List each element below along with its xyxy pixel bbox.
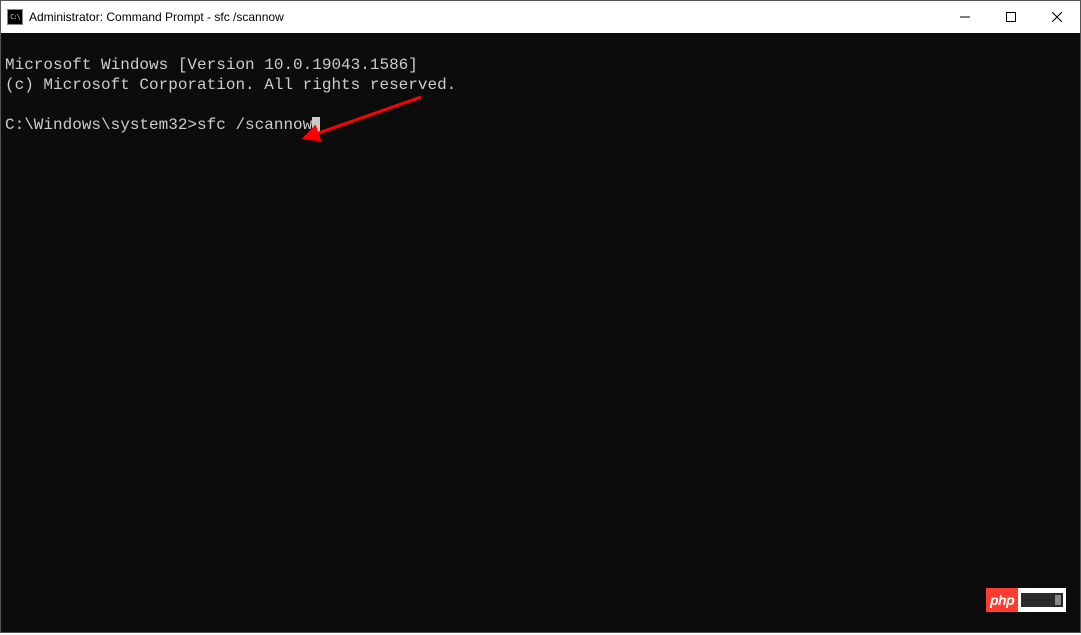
terminal-line: Microsoft Windows [Version 10.0.19043.15… xyxy=(5,56,418,74)
watermark-graphic xyxy=(1021,593,1063,607)
minimize-button[interactable] xyxy=(942,1,988,33)
title-left: C:\ Administrator: Command Prompt - sfc … xyxy=(7,9,284,25)
cursor xyxy=(312,117,320,133)
maximize-icon xyxy=(1006,12,1016,22)
watermark-text: php xyxy=(986,588,1018,612)
window-controls xyxy=(942,1,1080,33)
terminal-command: sfc /scannow xyxy=(197,116,312,134)
terminal-area[interactable]: Microsoft Windows [Version 10.0.19043.15… xyxy=(1,33,1080,632)
close-button[interactable] xyxy=(1034,1,1080,33)
terminal-prompt: C:\Windows\system32> xyxy=(5,116,197,134)
terminal-line: (c) Microsoft Corporation. All rights re… xyxy=(5,76,456,94)
window-title: Administrator: Command Prompt - sfc /sca… xyxy=(29,10,284,24)
command-prompt-window: C:\ Administrator: Command Prompt - sfc … xyxy=(0,0,1081,633)
maximize-button[interactable] xyxy=(988,1,1034,33)
cmd-icon: C:\ xyxy=(7,9,23,25)
titlebar[interactable]: C:\ Administrator: Command Prompt - sfc … xyxy=(1,1,1080,33)
arrow-annotation xyxy=(301,93,431,143)
close-icon xyxy=(1052,12,1062,22)
minimize-icon xyxy=(960,12,970,22)
watermark: php xyxy=(986,588,1066,612)
